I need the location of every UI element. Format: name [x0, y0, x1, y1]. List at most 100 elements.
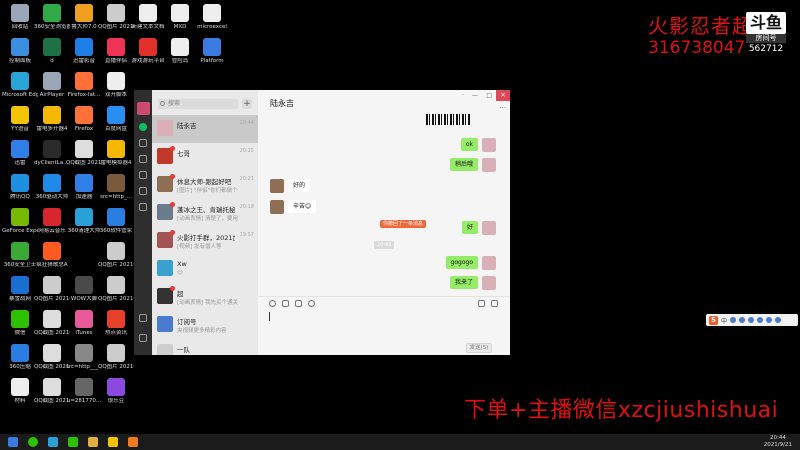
desktop-icon[interactable]: QQ图片 20210719... [98, 242, 134, 269]
ime-mode[interactable]: 中 [721, 316, 727, 325]
desktop-icon[interactable]: QQ截图 20210605... [66, 140, 102, 167]
my-avatar[interactable] [482, 158, 496, 172]
desktop-icon[interactable]: 回收站 [2, 4, 38, 31]
taskbar-360-icon[interactable] [28, 437, 38, 447]
moments-icon[interactable] [139, 187, 147, 195]
my-avatar[interactable] [482, 256, 496, 270]
message-bubble[interactable]: 稍后哦 [449, 158, 478, 171]
desktop-icon[interactable]: QQ截图 20210605... [34, 344, 70, 371]
conversation-item[interactable]: 七哥 20:25 [152, 143, 258, 171]
contact-avatar[interactable] [270, 200, 284, 214]
ime-skin-icon[interactable] [766, 317, 773, 323]
desktop-icon[interactable]: src=http___... [66, 344, 102, 371]
more-options-icon[interactable]: ··· [499, 104, 506, 112]
desktop-icon[interactable]: QQ截图 20210605... [34, 310, 70, 337]
desktop-icon[interactable]: 直播伴侣 [98, 38, 134, 65]
menu-icon[interactable] [139, 334, 147, 342]
desktop-icon[interactable]: GeForce Experience [2, 208, 38, 235]
conversation-item[interactable]: Xw 😊 [152, 255, 258, 283]
folder-icon[interactable] [282, 300, 289, 307]
message-input[interactable] [269, 312, 270, 321]
close-button[interactable]: × [496, 90, 510, 101]
maximize-button[interactable]: □ [486, 92, 492, 99]
desktop-icon[interactable]: Firefox-lat... [66, 72, 102, 99]
desktop-icon[interactable]: 腾讯QQ [2, 174, 38, 201]
mini-program-icon[interactable] [139, 203, 147, 211]
desktop-icon[interactable]: 新建文本文档 [130, 4, 166, 31]
ime-keyboard-icon[interactable] [757, 317, 764, 323]
desktop-icon[interactable]: src=http_... [98, 174, 134, 201]
ime-toolbar[interactable]: S 中 [706, 314, 798, 326]
ime-punct-icon[interactable] [730, 317, 737, 323]
conversation-item[interactable]: 蓬冰之王、肯瑞托秘... [动画表情] 清楚了，要用20:18 [152, 199, 258, 227]
send-button[interactable]: 发送(S) [466, 343, 492, 353]
qr-code-image[interactable] [426, 114, 470, 125]
pin-icon[interactable]: · [462, 92, 464, 99]
my-avatar[interactable] [482, 221, 496, 235]
desktop-icon[interactable]: QQ图片 20210719... [98, 4, 134, 31]
desktop-icon[interactable]: iTunes [66, 310, 102, 337]
message-bubble[interactable]: 我来了 [449, 276, 478, 289]
contacts-icon[interactable] [139, 139, 147, 147]
message-bubble[interactable]: 辛苦😊 [288, 200, 317, 213]
desktop-icon[interactable]: 360安全浏览器 [34, 4, 70, 31]
message-bubble[interactable]: gogogo [445, 256, 478, 269]
my-avatar[interactable] [482, 138, 496, 152]
desktop-icon[interactable]: 双开脚本 [98, 72, 134, 99]
ime-mic-icon[interactable] [748, 317, 755, 323]
desktop-icon[interactable]: AirPlayer [34, 72, 70, 99]
desktop-icon[interactable]: 游戏游玩平台 [130, 38, 166, 65]
desktop-icon[interactable]: u=281770... [66, 378, 102, 405]
desktop-icon[interactable]: d [34, 38, 70, 65]
message-bubble[interactable]: 好 [461, 221, 478, 234]
desktop-icon[interactable]: YY语音 [2, 106, 38, 133]
conversation-item[interactable]: 火影打手群，2021加... [视频] 发有偿人等 19:57 [152, 227, 258, 255]
taskbar-app-icon[interactable] [88, 437, 98, 447]
desktop-icon[interactable]: 360软件管家 [98, 208, 134, 235]
desktop-icon[interactable]: 疯狂猜歌总A [34, 242, 70, 269]
emoji-icon[interactable] [269, 300, 276, 307]
desktop-icon[interactable]: 热点资讯 [98, 310, 134, 337]
video-call-icon[interactable] [491, 300, 498, 307]
minimize-button[interactable]: — [472, 92, 478, 99]
message-bubble[interactable]: 好的 [288, 179, 311, 192]
ime-emoji-icon[interactable] [739, 317, 746, 323]
chat-history-icon[interactable] [308, 300, 315, 307]
desktop-icon[interactable]: 360安全卫士 [2, 242, 38, 269]
desktop-icon[interactable]: microexcel [194, 4, 230, 31]
desktop-icon[interactable]: QQ图片 20210719... [98, 276, 134, 303]
conversation-item[interactable]: 休息大师-跟起好吧 [图片] "伴侣"你们都做个 20:21 [152, 171, 258, 199]
user-avatar[interactable] [136, 102, 150, 115]
taskbar-game-icon[interactable] [128, 437, 138, 447]
desktop-icon[interactable]: WOW大脚 [66, 276, 102, 303]
desktop-icon[interactable]: 迅雷影音 [66, 38, 102, 65]
desktop-icon[interactable]: MXD [162, 4, 198, 31]
files-icon[interactable] [139, 171, 147, 179]
chat-icon[interactable] [139, 123, 147, 131]
favorites-icon[interactable] [139, 155, 147, 163]
desktop-icon[interactable]: Microsoft Edge [2, 72, 38, 99]
start-icon[interactable] [8, 437, 18, 447]
sogou-icon[interactable]: S [709, 315, 718, 325]
my-avatar[interactable] [482, 276, 496, 290]
conversation-item[interactable]: 订阅号 央视频更多精彩内容 [152, 311, 258, 339]
desktop-icon[interactable]: 冒险岛 [162, 38, 198, 65]
conversation-item[interactable]: 陆永吉 20:44 [152, 115, 258, 143]
taskbar-yy-icon[interactable] [108, 437, 118, 447]
conversation-item[interactable]: 一队[1条] 请… [152, 339, 258, 355]
desktop-icon[interactable]: Platform [194, 38, 230, 65]
desktop-icon[interactable]: 微信 [2, 310, 38, 337]
desktop-icon[interactable]: 材料 [2, 378, 38, 405]
desktop-icon[interactable]: 很乐豆 [98, 378, 134, 405]
ime-grid-icon[interactable] [775, 317, 782, 323]
add-button[interactable]: + [242, 99, 252, 109]
taskbar-clock[interactable]: 20:44 2021/9/21 [764, 435, 792, 449]
contact-avatar[interactable] [270, 179, 284, 193]
desktop-icon[interactable]: dyClientLa... - 快捷方式 [34, 140, 70, 167]
desktop-icon[interactable]: 控制面板 [2, 38, 38, 65]
desktop-icon[interactable]: 鲁大师7.0 [66, 4, 102, 31]
voice-call-icon[interactable] [478, 300, 485, 307]
desktop-icon[interactable]: Firefox [66, 106, 102, 133]
desktop-icon[interactable]: 百度网盘 [98, 106, 134, 133]
desktop-icon[interactable]: 360驱动大师 [34, 174, 70, 201]
